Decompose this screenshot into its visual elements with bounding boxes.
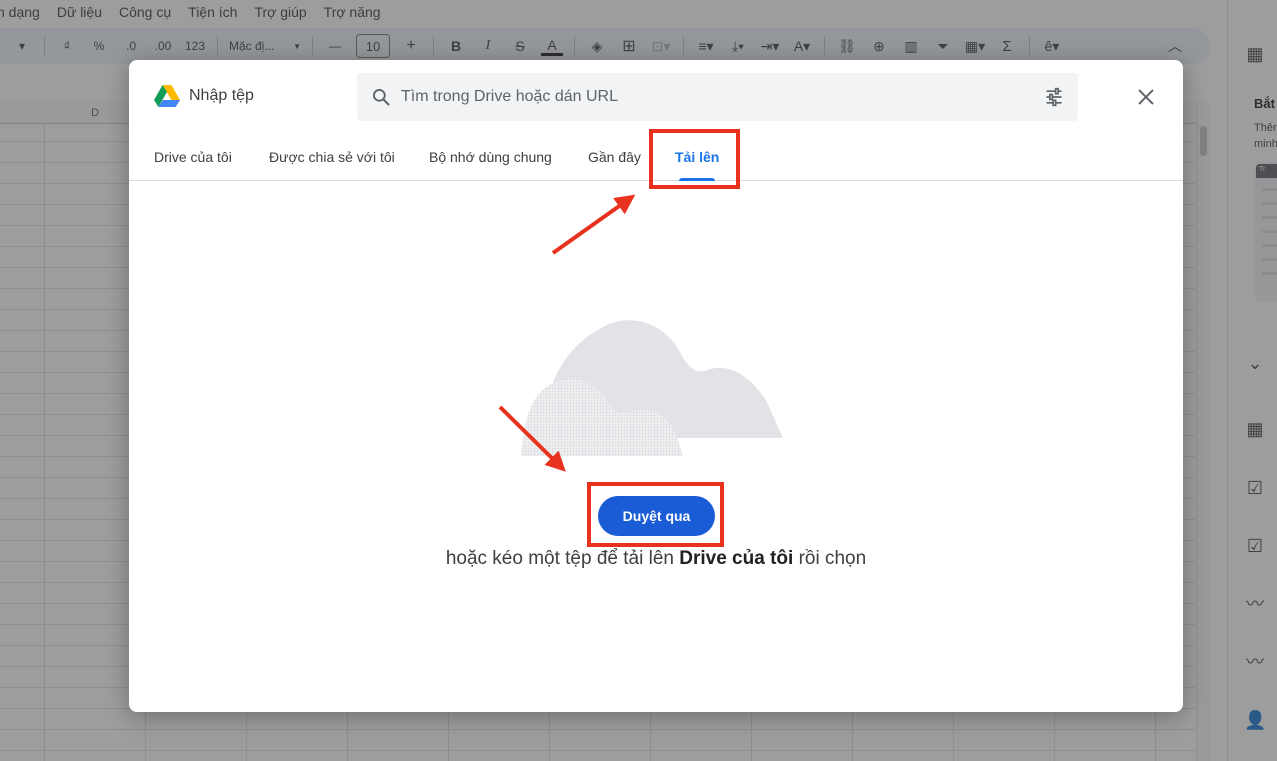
arrow-to-upload-tab [551, 194, 636, 255]
arrow-to-browse-button [498, 405, 566, 472]
annotation-arrows [498, 194, 636, 472]
